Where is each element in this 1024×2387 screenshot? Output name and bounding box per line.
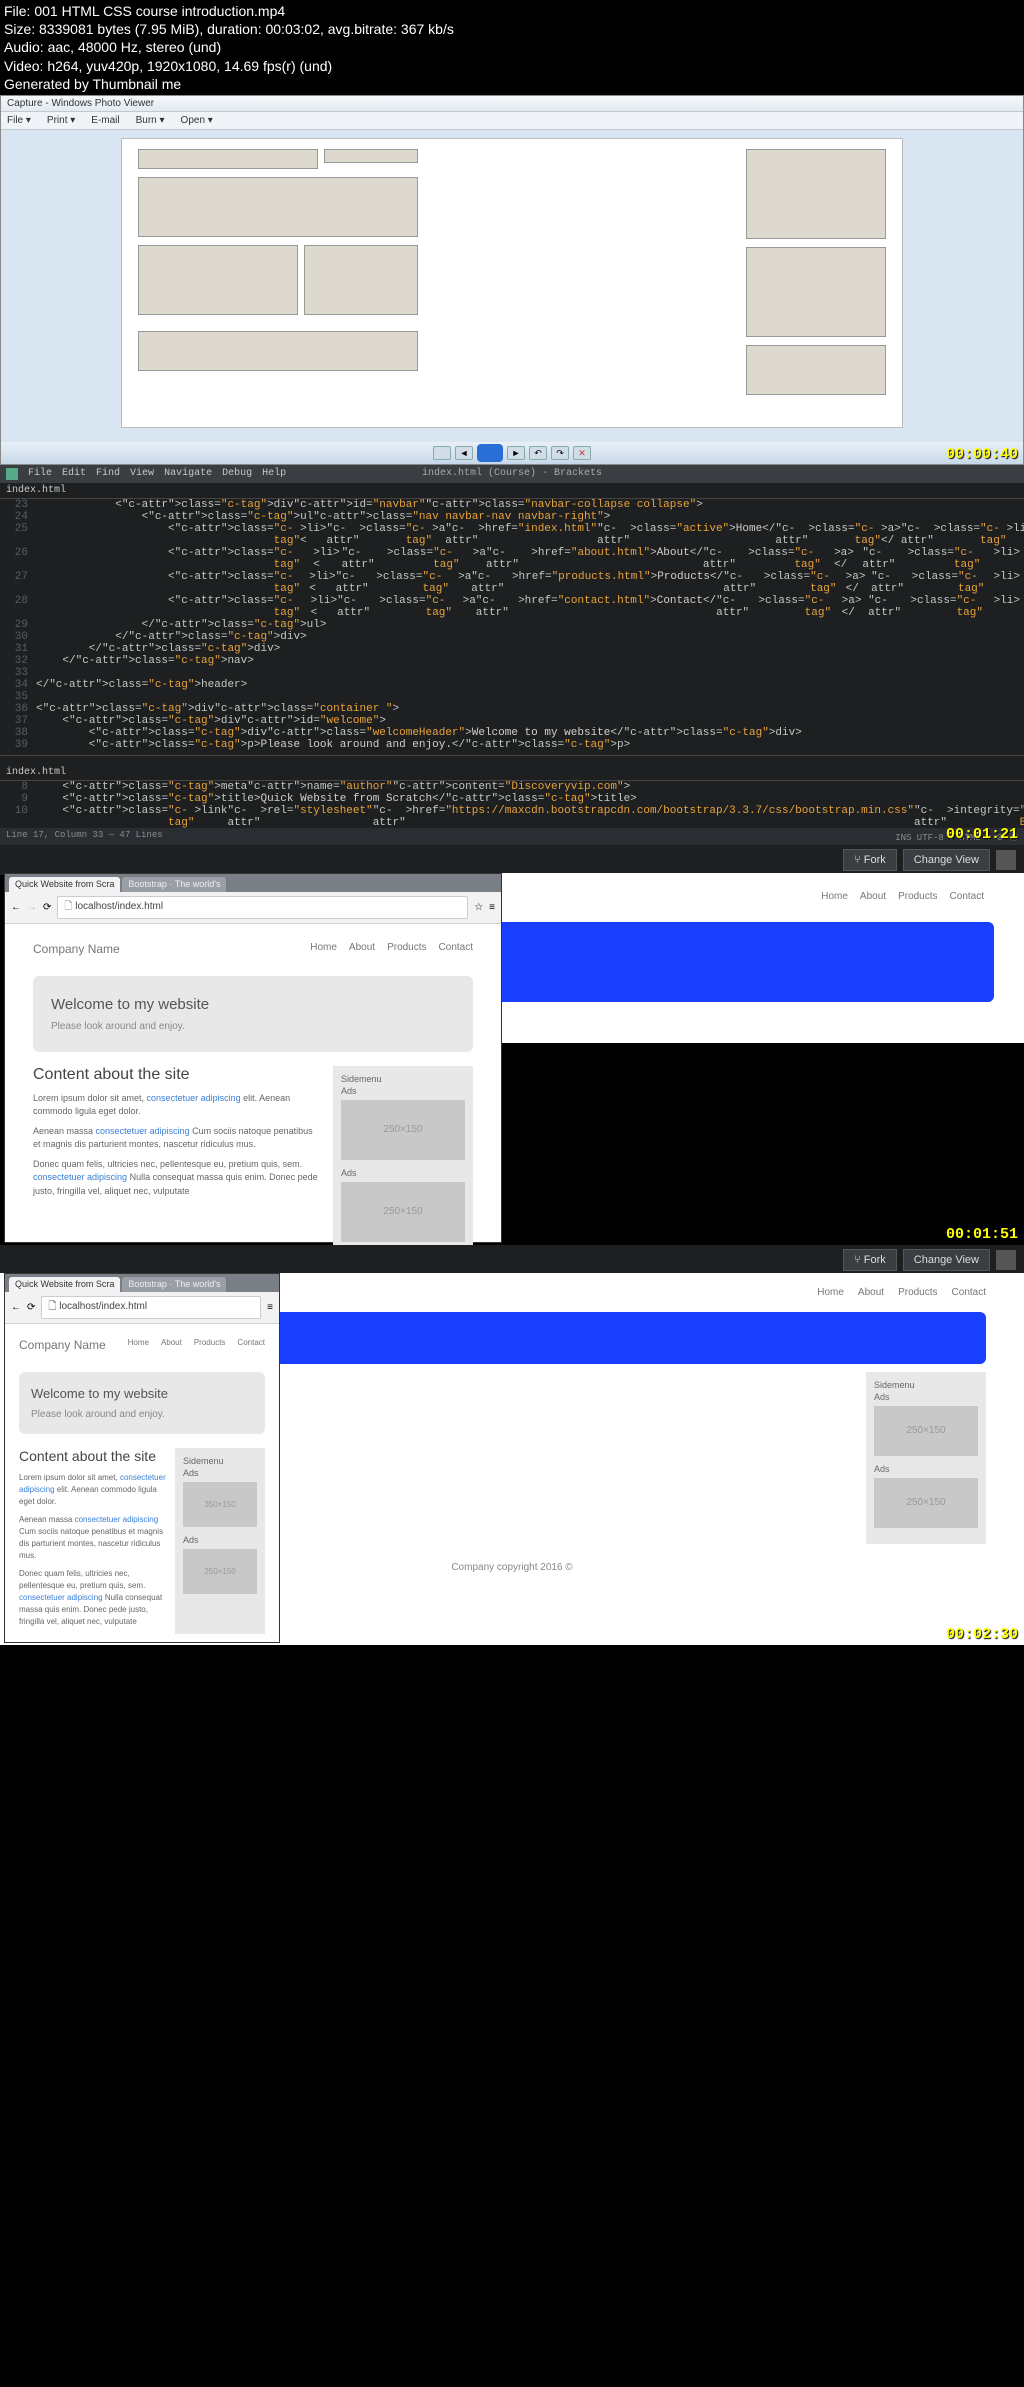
menu-icon[interactable]: ≡ [489, 902, 495, 913]
nav-products[interactable]: Products [898, 891, 937, 902]
change-view-button[interactable]: Change View [903, 1249, 990, 1271]
menu-burn[interactable]: Burn ▾ [136, 115, 165, 126]
menu-open[interactable]: Open ▾ [181, 115, 213, 126]
file-tab-2[interactable]: index.html [0, 765, 1024, 781]
menu-email[interactable]: E-mail [91, 115, 119, 126]
welcome-subtitle: Please look around and enjoy. [31, 1409, 253, 1420]
address-bar: ← → ⟳ 🗋 localhost/index.html ☆ ≡ [5, 892, 501, 924]
zoom-icon[interactable] [433, 446, 451, 460]
menu-edit[interactable]: Edit [62, 468, 86, 480]
nav-home[interactable]: Home [310, 942, 337, 956]
menu-print[interactable]: Print ▾ [47, 115, 75, 126]
prev-icon[interactable]: ◄ [455, 446, 473, 460]
tab-2[interactable]: Bootstrap · The world's [122, 1277, 226, 1292]
media-controls[interactable]: ◄ ► ↶ ↷ ✕ [1, 442, 1023, 464]
thumbnail-frame-1: Capture - Windows Photo Viewer File ▾ Pr… [0, 95, 1024, 465]
fork-button[interactable]: ⑂ Fork [843, 1249, 897, 1271]
menu-help[interactable]: Help [262, 468, 286, 480]
nav-contact[interactable]: Contact [237, 1338, 265, 1352]
star-icon[interactable]: ☆ [474, 902, 483, 913]
code-pane-top[interactable]: 23 <"c-attr">class="c-tag">div "c-attr">… [0, 499, 1024, 751]
timestamp: 00:01:51 [946, 1226, 1018, 1243]
tab-1[interactable]: Quick Website from Scra [9, 1277, 120, 1292]
menu-debug[interactable]: Debug [222, 468, 252, 480]
timestamp: 00:01:21 [946, 826, 1018, 843]
nav-contact[interactable]: Contact [952, 1287, 986, 1298]
menu-file[interactable]: File [28, 468, 52, 480]
nav-about[interactable]: About [161, 1338, 182, 1352]
welcome-subtitle: Please look around and enjoy. [51, 1021, 455, 1032]
delete-icon[interactable]: ✕ [573, 446, 591, 460]
content-main: Content about the site Lorem ipsum dolor… [33, 1066, 319, 1258]
avatar-icon[interactable] [996, 1250, 1016, 1270]
nav-home[interactable]: Home [821, 891, 848, 902]
nav-home[interactable]: Home [128, 1338, 149, 1352]
brand[interactable]: Company Name [33, 942, 120, 956]
menu-view[interactable]: View [130, 468, 154, 480]
menu-find[interactable]: Find [96, 468, 120, 480]
ad-slot-1: 250×150 [341, 1100, 465, 1160]
rotate-right-icon[interactable]: ↷ [551, 446, 569, 460]
nav-home[interactable]: Home [817, 1287, 844, 1298]
change-view-button[interactable]: Change View [903, 849, 990, 871]
reload-icon[interactable]: ⟳ [43, 902, 51, 913]
url-input[interactable]: 🗋 localhost/index.html [41, 1296, 261, 1319]
editor-title: index.html (Course) - Brackets [422, 468, 602, 479]
thumbnail-frame-2: File Edit Find View Navigate Debug Help … [0, 465, 1024, 845]
codepen-toolbar: ⑂ Fork Change View [0, 1245, 1024, 1275]
nav-about[interactable]: About [858, 1287, 884, 1298]
brackets-icon [6, 468, 18, 480]
welcome-title: Welcome to my website [51, 996, 455, 1013]
nav-products[interactable]: Products [194, 1338, 226, 1352]
status-bar: Line 17, Column 33 — 47 Lines INS UTF-8 … [0, 828, 1024, 845]
footer: Company copyright 2016 © [19, 1634, 265, 1643]
reload-icon[interactable]: ⟳ [27, 1302, 35, 1313]
tab-1[interactable]: Quick Website from Scra [9, 877, 120, 892]
browser-tabs[interactable]: Quick Website from Scra Bootstrap · The … [5, 874, 501, 892]
file-tab[interactable]: index.html [0, 483, 1024, 499]
brand[interactable]: Company Name [19, 1338, 106, 1352]
browser-window: Quick Website from Scra Bootstrap · The … [4, 873, 502, 1243]
window-title: Capture - Windows Photo Viewer [1, 96, 1023, 112]
nav-about[interactable]: About [349, 942, 375, 956]
wireframe-mockup [121, 138, 903, 428]
timestamp: 00:02:30 [946, 1626, 1018, 1643]
welcome-box: Welcome to my website Please look around… [33, 976, 473, 1052]
nav-about[interactable]: About [860, 891, 886, 902]
next-icon[interactable]: ► [507, 446, 525, 460]
sidebar: Sidemenu Ads 250×150 Ads 250×150 [333, 1066, 473, 1258]
content-heading: Content about the site [33, 1066, 319, 1084]
bg-sidebar: Sidemenu Ads 250×150 Ads 250×150 [866, 1372, 986, 1544]
photo-viewer-menu[interactable]: File ▾ Print ▾ E-mail Burn ▾ Open ▾ [1, 112, 1023, 130]
url-input[interactable]: 🗋 localhost/index.html [57, 896, 468, 919]
welcome-title: Welcome to my website [31, 1386, 253, 1401]
back-icon[interactable]: ← [11, 1302, 21, 1313]
menu-icon[interactable]: ≡ [267, 1302, 273, 1313]
thumbnail-frame-3: ⑂ Fork Change View Home About Products C… [0, 845, 1024, 1245]
forward-icon[interactable]: → [27, 902, 37, 913]
video-metadata: File: 001 HTML CSS course introduction.m… [0, 0, 1024, 95]
timestamp: 00:00:40 [946, 446, 1018, 463]
menu-file[interactable]: File ▾ [7, 115, 31, 126]
avatar-icon[interactable] [996, 850, 1016, 870]
rotate-left-icon[interactable]: ↶ [529, 446, 547, 460]
content-heading: Content about the site [19, 1448, 167, 1464]
play-button[interactable] [477, 444, 503, 462]
fork-button[interactable]: ⑂ Fork [843, 849, 897, 871]
tab-2[interactable]: Bootstrap · The world's [122, 877, 226, 892]
nav-contact[interactable]: Contact [439, 942, 473, 956]
nav-contact[interactable]: Contact [950, 891, 984, 902]
narrow-browser: Quick Website from Scra Bootstrap · The … [4, 1273, 280, 1643]
ad-slot-2: 250×150 [341, 1182, 465, 1242]
thumbnail-frame-4: ⑂ Fork Change View Home About Products C… [0, 1245, 1024, 1645]
back-icon[interactable]: ← [11, 902, 21, 913]
nav-products[interactable]: Products [387, 942, 426, 956]
menu-navigate[interactable]: Navigate [164, 468, 212, 480]
nav-products[interactable]: Products [898, 1287, 937, 1298]
codepen-toolbar: ⑂ Fork Change View [0, 845, 1024, 875]
